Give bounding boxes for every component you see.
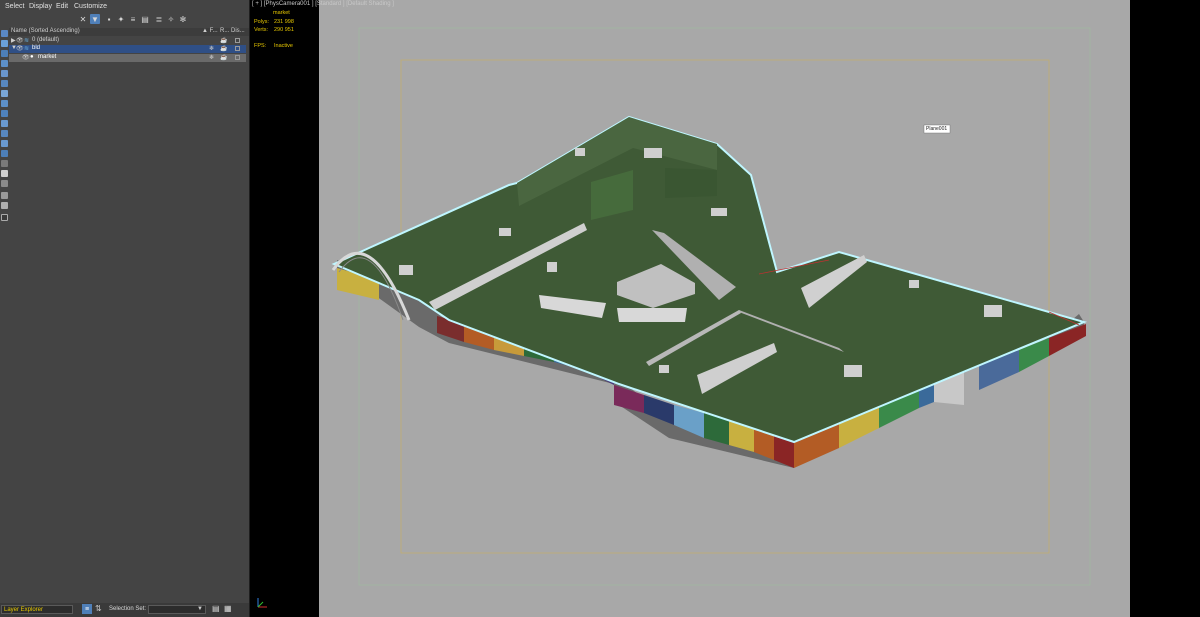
viewport-canvas[interactable]: Plane001 — [319, 0, 1130, 617]
eye-icon[interactable]: 👁 — [22, 54, 30, 61]
sort-icon[interactable]: ⇅ — [95, 604, 102, 613]
eye-icon[interactable]: 👁 — [16, 45, 24, 52]
clear-filter-icon[interactable]: ✕ — [78, 14, 88, 24]
selection-set-dropdown[interactable]: ▼ — [148, 605, 206, 614]
object-row-selected[interactable]: 👁 ● market ❄ ☕ — [9, 54, 246, 62]
render-column-header[interactable]: R... — [220, 28, 229, 34]
roof-unit — [499, 228, 511, 236]
polys-value: 231 998 — [274, 19, 294, 25]
layer-icon: ≋ — [24, 46, 30, 52]
hidden-icon[interactable] — [1, 150, 8, 157]
roof-unit — [644, 148, 662, 158]
edit-selection-set-icon[interactable]: ▤ — [212, 604, 220, 613]
roof-unit — [711, 208, 727, 216]
name-column-header[interactable]: Name (Sorted Ascending) — [11, 28, 80, 34]
roof-unit — [659, 365, 669, 373]
object-name: market — [38, 54, 57, 60]
freeze-toggle-icon[interactable]: ❄ — [209, 45, 214, 52]
groups-icon[interactable] — [1, 100, 8, 107]
roof-unit — [909, 280, 919, 288]
layer-row[interactable]: ▶ 👁 ≋ 0 (default) ☕ — [9, 37, 246, 45]
verts-label: Verts: — [254, 27, 269, 33]
layer-stack-icon[interactable]: ≡ — [128, 14, 138, 24]
select-all-icon[interactable] — [1, 160, 8, 167]
expand-icon[interactable]: ▶ — [11, 37, 16, 44]
filter-toggle-icon[interactable] — [1, 192, 8, 199]
roof-unit — [547, 262, 557, 272]
add-layer-icon[interactable]: ✦ — [116, 14, 126, 24]
scene-render[interactable] — [319, 0, 1130, 617]
roof-tower-side — [665, 168, 717, 198]
menu-edit[interactable]: Edit — [56, 3, 68, 10]
verts-value: 290 951 — [274, 27, 294, 33]
panel-icon[interactable] — [1, 214, 8, 221]
object-icon: ● — [30, 54, 34, 60]
display-toggle[interactable] — [235, 46, 240, 51]
tree-header: Name (Sorted Ascending) ▲ F... R... Dis.… — [9, 28, 249, 36]
layer-icon: ≋ — [24, 38, 30, 44]
chevron-down-icon: ▼ — [197, 606, 203, 612]
containers-icon[interactable] — [1, 130, 8, 137]
select-none-icon[interactable] — [1, 170, 8, 177]
xrefs-icon[interactable] — [1, 110, 8, 117]
roof-unit — [399, 265, 413, 275]
viewport-safe-frame-left — [250, 0, 319, 617]
bones-icon[interactable] — [1, 120, 8, 127]
roof-unit — [984, 305, 1002, 317]
layers-icon[interactable]: ≣ — [154, 14, 164, 24]
axis-gizmo-icon — [257, 598, 267, 608]
helpers-icon[interactable] — [1, 80, 8, 87]
invert-selection-icon[interactable] — [1, 180, 8, 187]
selected-object-name: market — [273, 10, 290, 16]
display-toggle[interactable] — [235, 38, 240, 43]
layer-icon[interactable]: ▤ — [140, 14, 150, 24]
roof-unit — [575, 148, 585, 156]
frozen-column-header[interactable]: ▲ F... — [202, 28, 218, 34]
selection-set-label: Selection Set: — [109, 606, 147, 612]
menu-display[interactable]: Display — [29, 3, 52, 10]
layer-row-selected[interactable]: ▼ 👁 ≋ bld ❄ ☕ — [9, 45, 246, 53]
display-column-header[interactable]: Dis... — [231, 28, 245, 34]
menu-select[interactable]: Select — [5, 3, 24, 10]
display-all-icon[interactable] — [1, 30, 8, 37]
render-toggle-icon[interactable]: ☕ — [220, 37, 227, 44]
display-toggle[interactable] — [235, 55, 240, 60]
cameras-icon[interactable] — [1, 70, 8, 77]
polys-label: Polys: — [254, 19, 269, 25]
render-toggle-icon[interactable]: ☕ — [220, 45, 227, 52]
roof-unit — [844, 365, 862, 377]
geometry-icon[interactable] — [1, 40, 8, 47]
explorer-toolbar: ✕ ▼ ▪ ✦ ≡ ▤ ≣ ✧ ✻ — [76, 14, 248, 26]
layer-explorer-icon[interactable]: ≡ — [82, 604, 92, 614]
create-selection-set-icon[interactable]: ▦ — [224, 604, 232, 613]
layer-name: bld — [32, 45, 41, 51]
viewport-safe-frame-right — [1130, 0, 1200, 617]
filter-icon[interactable]: ▼ — [90, 14, 100, 24]
viewport-label[interactable]: [ + ] [PhysCamera001 ] [Standard ] [Defa… — [252, 1, 394, 7]
find-icon[interactable] — [1, 202, 8, 209]
lights-icon[interactable] — [1, 60, 8, 67]
object-tag-label: Plane001 — [926, 126, 948, 132]
frozen-icon[interactable] — [1, 140, 8, 147]
render-toggle-icon[interactable]: ☕ — [220, 54, 227, 61]
lock-icon[interactable]: ▪ — [104, 14, 114, 24]
settings-icon[interactable]: ✻ — [178, 14, 188, 24]
freeze-toggle-icon[interactable]: ❄ — [209, 54, 214, 61]
highlight-icon[interactable]: ✧ — [166, 14, 176, 24]
layer-name: 0 (default) — [32, 37, 60, 43]
skylight-box — [617, 308, 687, 322]
explorer-type-dropdown[interactable]: Layer Explorer — [1, 605, 73, 614]
shapes-icon[interactable] — [1, 50, 8, 57]
explorer-side-toolbar — [0, 28, 9, 228]
fps-label: FPS: — [254, 43, 267, 49]
eye-icon[interactable]: 👁 — [16, 37, 24, 44]
layer-explorer-panel: Select Display Edit Customize ✕ ▼ ▪ ✦ ≡ … — [0, 0, 250, 617]
warps-icon[interactable] — [1, 90, 8, 97]
menu-bar: Select Display Edit Customize — [0, 0, 249, 13]
menu-customize[interactable]: Customize — [74, 3, 107, 10]
fps-value: Inactive — [274, 43, 293, 49]
